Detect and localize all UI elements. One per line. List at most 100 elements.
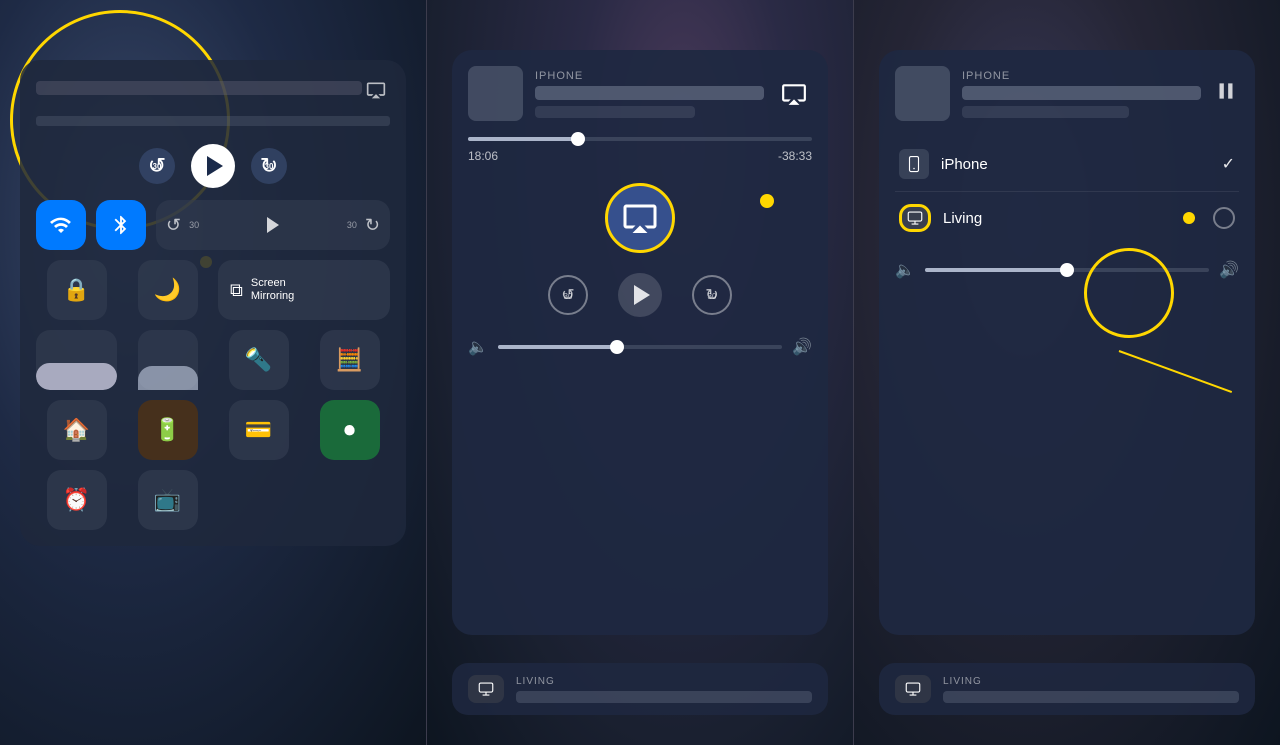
volume-track[interactable] — [498, 345, 782, 349]
skip-back-30[interactable]: ↺ 30 — [548, 275, 588, 315]
calculator-icon: 🧮 — [336, 347, 363, 373]
remaining-time: -38:33 — [778, 149, 812, 163]
clock-btn[interactable]: ⏰ — [47, 470, 107, 530]
brightness-fill — [36, 363, 117, 390]
play-pause-header-btn[interactable] — [1213, 78, 1239, 109]
atv-logo-p3 — [895, 675, 931, 703]
flashlight-icon: 🔦 — [245, 347, 272, 373]
device-iphone[interactable]: iPhone ✓ — [895, 137, 1239, 192]
wifi-toggle[interactable] — [36, 200, 86, 250]
volume-track-p3[interactable] — [925, 268, 1209, 272]
device-picker-card: iPhone iPhone — [879, 50, 1255, 635]
device-select-circle[interactable] — [1213, 207, 1235, 229]
camera-icon: ⏺ — [344, 417, 355, 443]
device-living[interactable]: Living — [895, 192, 1239, 244]
control-center-widget: ↺ 30 ↻ 30 — [20, 60, 406, 546]
clock-icon: ⏰ — [63, 487, 90, 513]
current-time: 18:06 — [468, 149, 498, 163]
appletv-bar-p2: LIVING — [452, 663, 828, 715]
media-info-row — [36, 76, 390, 104]
atv-info-p2: LIVING — [516, 676, 812, 703]
volume-row: 🔈 🔊 — [468, 337, 812, 357]
living-device-name: Living — [943, 210, 1171, 227]
iphone-device-name: iPhone — [941, 156, 1210, 173]
album-art-p3 — [895, 66, 950, 121]
track-info: iPhone — [535, 70, 764, 118]
wallet-icon: 💳 — [245, 417, 272, 443]
skip-fwd-btn[interactable]: ↻ 30 — [251, 148, 287, 184]
panel2-media-player: iPhone 18:06 -38:33 — [427, 0, 853, 745]
living-label-p2: LIVING — [516, 676, 812, 687]
bluetooth-toggle[interactable] — [96, 200, 146, 250]
calculator-btn[interactable]: 🧮 — [320, 330, 380, 390]
source-label-p3: iPhone — [962, 70, 1201, 82]
camera-btn[interactable]: ⏺ — [320, 400, 380, 460]
progress-fill — [468, 137, 578, 141]
volume-handle-p3[interactable] — [1060, 263, 1074, 277]
progress-track[interactable] — [468, 137, 812, 141]
play-icon-p2 — [634, 285, 650, 305]
media-header-p3: iPhone — [895, 66, 1239, 121]
home-icon: 🏠 — [63, 417, 90, 443]
screen-mirror-icon: ⧉ — [230, 280, 243, 301]
mini-skip-fwd: 30 ↻ — [347, 215, 380, 236]
mini-skip-back: ↺ 30 — [166, 215, 199, 236]
progress-section: 18:06 -38:33 — [468, 137, 812, 163]
moon-icon: 🌙 — [154, 277, 181, 303]
battery-btn[interactable]: 🔋 — [138, 400, 198, 460]
toggles-row: ↺ 30 30 ↻ — [36, 200, 390, 250]
play-btn-cc[interactable] — [191, 144, 235, 188]
screen-mirror-btn[interactable]: ⧉ ScreenMirroring — [218, 260, 390, 320]
rotation-lock-btn[interactable]: 🔒 — [47, 260, 107, 320]
time-display: 18:06 -38:33 — [468, 149, 812, 163]
vol-low-icon-p3: 🔈 — [895, 260, 915, 280]
media-header: iPhone — [468, 66, 812, 121]
brightness-slider[interactable] — [36, 330, 117, 390]
selected-checkmark: ✓ — [1222, 154, 1235, 174]
track-title-blur — [535, 86, 764, 100]
atv-info-p3: LIVING — [943, 676, 1239, 703]
volume-fill-p3 — [925, 268, 1067, 272]
play-icon — [207, 156, 223, 176]
iphone-device-icon — [899, 149, 929, 179]
living-label-p3: LIVING — [943, 676, 1239, 687]
wallet-btn[interactable]: 💳 — [229, 400, 289, 460]
track-sub-blur-p3 — [962, 106, 1129, 118]
panel1-control-center: ↺ 30 ↻ 30 — [0, 0, 426, 745]
airplay-small-btn[interactable] — [362, 76, 390, 104]
screen-mirror-label: ScreenMirroring — [251, 277, 294, 303]
media-player-card: iPhone 18:06 -38:33 — [452, 50, 828, 635]
vol-high-icon: 🔊 — [792, 337, 812, 357]
media-blur-line — [36, 116, 390, 126]
vol-low-icon: 🔈 — [468, 337, 488, 357]
airplay-large-btn[interactable] — [605, 183, 675, 253]
remote-btn[interactable]: 📺 — [138, 470, 198, 530]
play-pause-btn[interactable] — [618, 273, 662, 317]
skip-back-btn[interactable]: ↺ 30 — [139, 148, 175, 184]
appletv-device-icon — [899, 204, 931, 232]
annotation-dot-living — [1183, 212, 1195, 224]
atv-logo-p2 — [468, 675, 504, 703]
airplay-btn-panel2[interactable] — [776, 76, 812, 112]
home-btn[interactable]: 🏠 — [47, 400, 107, 460]
panel3-airplay-picker: iPhone iPhone — [854, 0, 1280, 745]
volume-slider[interactable] — [138, 330, 198, 390]
progress-handle[interactable] — [571, 132, 585, 146]
track-info-p3: iPhone — [962, 70, 1201, 118]
playback-controls: ↺ 30 ↻ 30 — [468, 273, 812, 317]
atv-content-blur — [516, 691, 812, 703]
quick-actions-grid: 🔒 🌙 ⧉ ScreenMirroring 🔦 🧮 🏠 — [36, 260, 390, 530]
flashlight-btn[interactable]: 🔦 — [229, 330, 289, 390]
divider-1 — [426, 0, 427, 745]
album-art — [468, 66, 523, 121]
skip-fwd-30[interactable]: ↻ 30 — [692, 275, 732, 315]
mini-play[interactable] — [267, 217, 279, 233]
battery-icon: 🔋 — [154, 417, 181, 443]
rotation-lock-icon: 🔒 — [63, 277, 90, 303]
do-not-disturb-btn[interactable]: 🌙 — [138, 260, 198, 320]
appletv-bar-p3: LIVING — [879, 663, 1255, 715]
volume-handle[interactable] — [610, 340, 624, 354]
vol-high-icon-p3: 🔊 — [1219, 260, 1239, 280]
track-title-blur-p3 — [962, 86, 1201, 100]
divider-2 — [853, 0, 854, 745]
